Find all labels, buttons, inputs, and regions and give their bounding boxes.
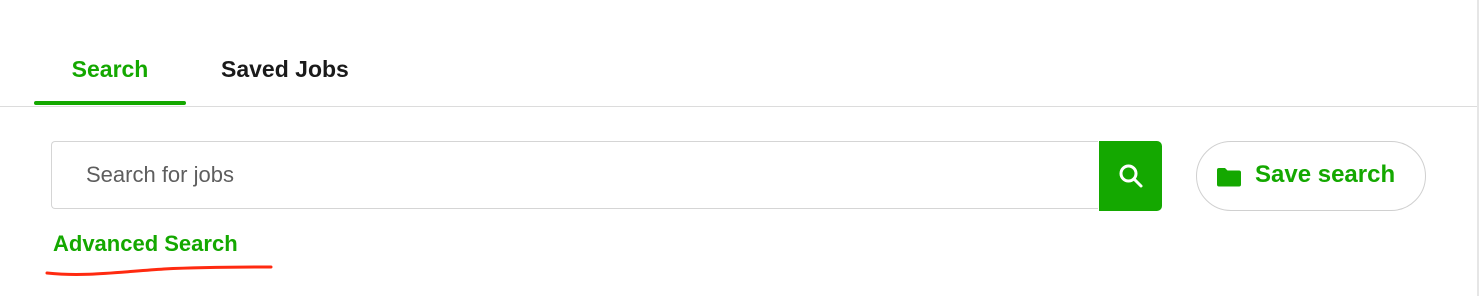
tab-saved-jobs[interactable]: Saved Jobs bbox=[221, 56, 349, 104]
folder-icon bbox=[1217, 168, 1241, 187]
tab-bar: Search Saved Jobs bbox=[0, 0, 1477, 107]
advanced-search-link[interactable]: Advanced Search bbox=[53, 231, 238, 257]
search-input[interactable] bbox=[52, 142, 1098, 208]
search-icon bbox=[1119, 164, 1143, 188]
tab-search-label: Search bbox=[71, 56, 149, 82]
tab-saved-jobs-label: Saved Jobs bbox=[221, 56, 349, 82]
search-button[interactable] bbox=[1099, 141, 1162, 211]
active-tab-indicator bbox=[34, 101, 186, 105]
save-search-label: Save search bbox=[1255, 161, 1396, 188]
job-search-panel: Search Saved Jobs Save search Advanced S… bbox=[0, 0, 1479, 296]
search-field bbox=[51, 141, 1098, 209]
red-underline-annotation bbox=[45, 265, 273, 276]
tab-search[interactable]: Search bbox=[34, 56, 186, 105]
save-search-button[interactable]: Save search bbox=[1196, 141, 1426, 211]
